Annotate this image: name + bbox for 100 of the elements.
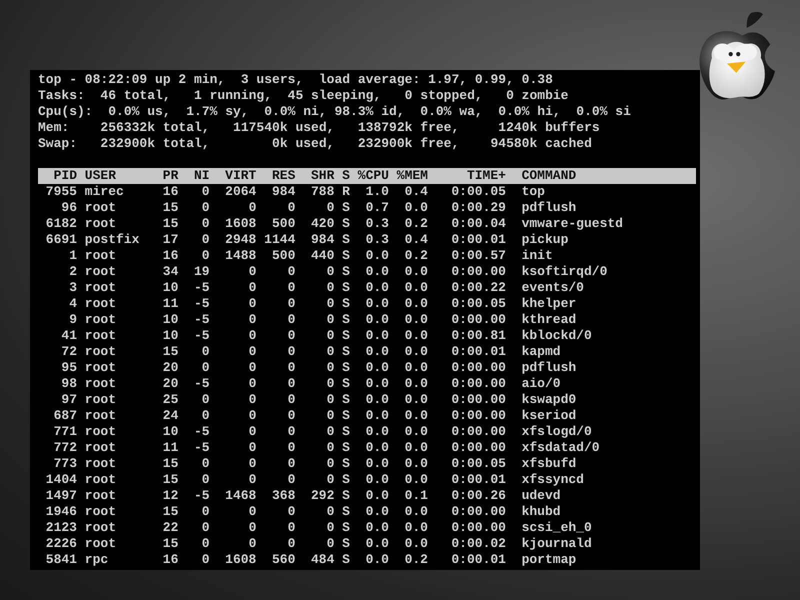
table-cell-text: 10: [162, 424, 178, 440]
table-cell-text: 0: [248, 344, 256, 360]
table-cell: 1144: [264, 232, 296, 248]
table-cell-text: 1404: [44, 472, 77, 488]
table-cell-text: 0:00.01: [450, 344, 506, 360]
table-cell: S: [342, 392, 350, 408]
column-header[interactable]: %MEM: [396, 168, 428, 184]
table-cell: S: [342, 488, 350, 504]
table-cell-text: 0: [248, 408, 256, 424]
table-cell-text: postfix: [84, 232, 140, 248]
table-cell: R: [342, 184, 350, 200]
column-header[interactable]: RES: [264, 168, 296, 184]
table-cell-text: 1946: [44, 504, 77, 520]
table-cell-text: top: [522, 184, 546, 200]
table-cell-text: 2948: [224, 232, 256, 248]
table-cell-text: 0: [286, 200, 296, 216]
table-cell-text: 1608: [224, 216, 256, 232]
table-cell-text: root: [84, 328, 118, 344]
table-cell-text: 0.0: [404, 408, 428, 424]
table-cell-text: 984: [310, 232, 334, 248]
table-cell-text: 6182: [44, 216, 77, 232]
table-cell-text: 0.1: [404, 488, 428, 504]
table-cell-text: 0: [326, 264, 334, 280]
column-header[interactable]: VIRT: [217, 168, 256, 184]
table-cell-text: 0.0: [364, 264, 389, 280]
table-cell-text: -5: [192, 440, 210, 456]
table-cell-text: 1: [68, 248, 77, 264]
table-cell-text: 0:00.22: [450, 280, 506, 296]
table-cell-text: 0.3: [364, 216, 389, 232]
table-cell-text: 0: [248, 456, 256, 472]
table-cell-text: 0: [248, 312, 256, 328]
summary-line: Mem: 256332k total, 117540k used, 138792k free, 1240k buffers: [38, 120, 601, 136]
table-cell-text: pdflush: [522, 360, 578, 376]
table-cell-text: 0: [286, 520, 296, 536]
table-cell-text: 4: [68, 296, 77, 312]
summary-line: Cpu(s): 0.0% us, 1.7% sy, 0.0% ni, 98.3% id, 0.0% wa, 0.0% hi, 0.0% si: [38, 104, 632, 120]
table-cell-text: 0: [248, 392, 256, 408]
table-cell-text: kjournald: [522, 536, 593, 552]
column-header[interactable]: PR: [155, 168, 178, 184]
table-cell-text: 0.2: [404, 216, 428, 232]
table-cell-text: 0.0: [404, 280, 428, 296]
table-cell-text: 19: [192, 264, 210, 280]
table-cell-text: root: [84, 248, 118, 264]
table-cell-text: pdflush: [522, 200, 578, 216]
table-cell-text: 0: [286, 376, 296, 392]
table-cell-text: 24: [162, 408, 178, 424]
table-cell-text: 0: [326, 344, 334, 360]
table-cell-text: 1468: [224, 488, 256, 504]
table-cell-text: 0:00.00: [450, 520, 506, 536]
table-cell-text: 0: [200, 456, 210, 472]
table-cell-text: 0: [248, 424, 256, 440]
table-cell-text: 0.0: [404, 424, 428, 440]
column-header[interactable]: USER: [84, 168, 148, 184]
table-cell-text: 484: [310, 552, 334, 568]
table-cell-text: 0: [248, 440, 256, 456]
table-cell: S: [342, 424, 350, 440]
table-cell-text: 0: [248, 360, 256, 376]
column-header[interactable]: COMMAND: [522, 168, 696, 184]
table-cell-text: 0: [200, 504, 210, 520]
table-cell-text: 0.0: [404, 520, 428, 536]
table-cell-text: 10: [162, 312, 178, 328]
table-cell-text: aio/0: [522, 376, 562, 392]
table-cell-text: root: [84, 408, 118, 424]
table-cell-text: 0.0: [404, 312, 428, 328]
table-cell-text: 0: [200, 216, 210, 232]
table-cell-text: 0: [200, 536, 210, 552]
table-cell-text: 20: [162, 360, 178, 376]
column-header[interactable]: NI: [186, 168, 210, 184]
table-cell-text: 0: [286, 296, 296, 312]
table-cell-text: kthread: [522, 312, 578, 328]
table-cell-text: -5: [192, 424, 210, 440]
table-cell-text: 0.0: [364, 456, 389, 472]
table-cell-text: root: [84, 264, 118, 280]
table-cell: S: [342, 440, 350, 456]
table-cell-text: 1497: [44, 488, 77, 504]
table-cell-text: 0: [200, 408, 210, 424]
table-cell-text: 0: [326, 472, 334, 488]
table-cell-text: kapmd: [522, 344, 562, 360]
table-cell-text: 2: [68, 264, 77, 280]
table-cell-text: 97: [60, 392, 77, 408]
column-header[interactable]: %CPU: [358, 168, 389, 184]
column-header[interactable]: SHR: [303, 168, 334, 184]
table-cell-text: 0: [286, 344, 296, 360]
table-cell-text: xfslogd/0: [522, 424, 593, 440]
table-cell-text: 1608: [224, 552, 256, 568]
table-cell-text: 16: [162, 552, 178, 568]
table-cell-text: 0: [286, 264, 296, 280]
table-cell-text: udevd: [522, 488, 562, 504]
column-header[interactable]: S: [342, 168, 350, 184]
table-cell-text: ksoftirqd/0: [522, 264, 608, 280]
table-cell-text: 0: [286, 392, 296, 408]
table-cell-text: 0.0: [364, 472, 389, 488]
column-header[interactable]: TIME+: [436, 168, 506, 184]
table-cell-text: 6691: [44, 232, 77, 248]
table-cell-text: vmware-guestd: [522, 216, 624, 232]
table-cell-text: khelper: [522, 296, 578, 312]
table-cell-text: 292: [310, 488, 334, 504]
summary-line: top - 08:22:09 up 2 min, 3 users, load average: 1.97, 0.99, 0.38: [38, 72, 554, 88]
table-cell-text: root: [84, 456, 118, 472]
column-header[interactable]: PID: [38, 168, 77, 184]
